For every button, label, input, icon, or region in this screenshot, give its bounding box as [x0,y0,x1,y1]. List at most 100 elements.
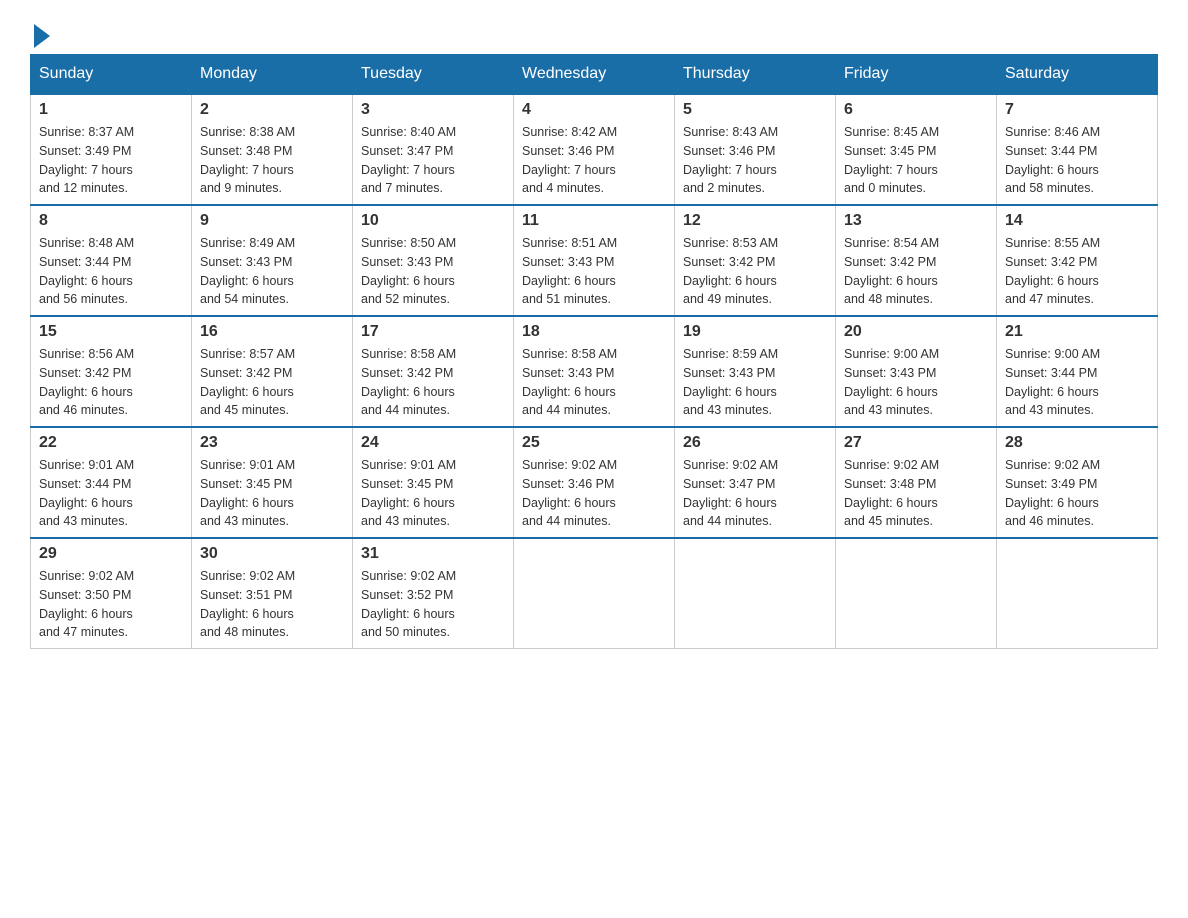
day-number: 9 [200,212,344,230]
day-info: Sunrise: 9:02 AMSunset: 3:46 PMDaylight:… [522,456,666,531]
day-info: Sunrise: 8:51 AMSunset: 3:43 PMDaylight:… [522,234,666,309]
day-info: Sunrise: 9:02 AMSunset: 3:50 PMDaylight:… [39,567,183,642]
day-number: 10 [361,212,505,230]
day-number: 1 [39,101,183,119]
day-number: 24 [361,434,505,452]
logo-arrow-icon [34,24,50,48]
calendar-week-row: 22 Sunrise: 9:01 AMSunset: 3:44 PMDayligh… [31,427,1158,538]
day-number: 5 [683,101,827,119]
day-info: Sunrise: 9:00 AMSunset: 3:44 PMDaylight:… [1005,345,1149,420]
day-info: Sunrise: 8:49 AMSunset: 3:43 PMDaylight:… [200,234,344,309]
day-info: Sunrise: 8:42 AMSunset: 3:46 PMDaylight:… [522,123,666,198]
day-info: Sunrise: 8:57 AMSunset: 3:42 PMDaylight:… [200,345,344,420]
day-number: 20 [844,323,988,341]
day-number: 14 [1005,212,1149,230]
calendar-day-cell: 16Sunrise: 8:57 AMSunset: 3:42 PMDayligh… [192,316,353,427]
day-info: Sunrise: 8:46 AMSunset: 3:44 PMDaylight:… [1005,123,1149,198]
day-info: Sunrise: 8:53 AMSunset: 3:42 PMDaylight:… [683,234,827,309]
day-number: 6 [844,101,988,119]
day-number: 13 [844,212,988,230]
day-number: 31 [361,545,505,563]
day-number: 28 [1005,434,1149,452]
calendar-day-cell: 18 Sunrise: 8:58 AMSunset: 3:43 PMDayligh… [514,316,675,427]
logo-top [30,20,50,48]
calendar-week-row: 29 Sunrise: 9:02 AMSunset: 3:50 PMDayligh… [31,538,1158,649]
header-friday: Friday [836,55,997,95]
calendar-week-row: 1 Sunrise: 8:37 AMSunset: 3:49 PMDaylight… [31,94,1158,205]
calendar-day-cell: 29 Sunrise: 9:02 AMSunset: 3:50 PMDayligh… [31,538,192,649]
calendar-day-cell: 14 Sunrise: 8:55 AMSunset: 3:42 PMDayligh… [997,205,1158,316]
day-number: 30 [200,545,344,563]
calendar-week-row: 15 Sunrise: 8:56 AMSunset: 3:42 PMDayligh… [31,316,1158,427]
day-number: 12 [683,212,827,230]
calendar-day-cell: 9 Sunrise: 8:49 AMSunset: 3:43 PMDaylight… [192,205,353,316]
day-info: Sunrise: 9:01 AMSunset: 3:44 PMDaylight:… [39,456,183,531]
day-number: 23 [200,434,344,452]
logo [30,20,50,44]
calendar-day-cell: 19Sunrise: 8:59 AMSunset: 3:43 PMDayligh… [675,316,836,427]
calendar-day-cell: 22 Sunrise: 9:01 AMSunset: 3:44 PMDayligh… [31,427,192,538]
calendar-day-cell: 7 Sunrise: 8:46 AMSunset: 3:44 PMDaylight… [997,94,1158,205]
day-info: Sunrise: 8:40 AMSunset: 3:47 PMDaylight:… [361,123,505,198]
day-info: Sunrise: 9:01 AMSunset: 3:45 PMDaylight:… [361,456,505,531]
header-wednesday: Wednesday [514,55,675,95]
page-header [30,20,1158,44]
day-number: 4 [522,101,666,119]
day-info: Sunrise: 9:00 AMSunset: 3:43 PMDaylight:… [844,345,988,420]
day-info: Sunrise: 8:43 AMSunset: 3:46 PMDaylight:… [683,123,827,198]
day-number: 7 [1005,101,1149,119]
header-sunday: Sunday [31,55,192,95]
day-info: Sunrise: 9:01 AMSunset: 3:45 PMDaylight:… [200,456,344,531]
day-number: 3 [361,101,505,119]
day-number: 15 [39,323,183,341]
calendar-day-cell: 24 Sunrise: 9:01 AMSunset: 3:45 PMDayligh… [353,427,514,538]
calendar-day-cell: 2Sunrise: 8:38 AMSunset: 3:48 PMDaylight… [192,94,353,205]
calendar-day-cell: 10Sunrise: 8:50 AMSunset: 3:43 PMDayligh… [353,205,514,316]
day-number: 29 [39,545,183,563]
calendar-week-row: 8 Sunrise: 8:48 AMSunset: 3:44 PMDaylight… [31,205,1158,316]
day-info: Sunrise: 8:55 AMSunset: 3:42 PMDaylight:… [1005,234,1149,309]
day-number: 26 [683,434,827,452]
calendar-day-cell: 15 Sunrise: 8:56 AMSunset: 3:42 PMDayligh… [31,316,192,427]
day-info: Sunrise: 8:37 AMSunset: 3:49 PMDaylight:… [39,123,183,198]
day-info: Sunrise: 8:54 AMSunset: 3:42 PMDaylight:… [844,234,988,309]
day-info: Sunrise: 8:58 AMSunset: 3:42 PMDaylight:… [361,345,505,420]
day-number: 25 [522,434,666,452]
calendar-day-cell: 11 Sunrise: 8:51 AMSunset: 3:43 PMDayligh… [514,205,675,316]
calendar-day-cell: 26 Sunrise: 9:02 AMSunset: 3:47 PMDayligh… [675,427,836,538]
calendar-day-cell: 31 Sunrise: 9:02 AMSunset: 3:52 PMDayligh… [353,538,514,649]
day-info: Sunrise: 8:56 AMSunset: 3:42 PMDaylight:… [39,345,183,420]
calendar-empty-cell [997,538,1158,649]
day-info: Sunrise: 9:02 AMSunset: 3:47 PMDaylight:… [683,456,827,531]
calendar-day-cell: 28 Sunrise: 9:02 AMSunset: 3:49 PMDayligh… [997,427,1158,538]
calendar-day-cell: 27Sunrise: 9:02 AMSunset: 3:48 PMDayligh… [836,427,997,538]
day-number: 18 [522,323,666,341]
calendar-empty-cell [514,538,675,649]
calendar-day-cell: 30 Sunrise: 9:02 AMSunset: 3:51 PMDayligh… [192,538,353,649]
day-number: 21 [1005,323,1149,341]
calendar-day-cell: 17 Sunrise: 8:58 AMSunset: 3:42 PMDayligh… [353,316,514,427]
day-info: Sunrise: 8:58 AMSunset: 3:43 PMDaylight:… [522,345,666,420]
day-info: Sunrise: 8:38 AMSunset: 3:48 PMDaylight:… [200,123,344,198]
calendar-day-cell: 23 Sunrise: 9:01 AMSunset: 3:45 PMDayligh… [192,427,353,538]
day-number: 22 [39,434,183,452]
calendar-empty-cell [675,538,836,649]
calendar-day-cell: 1 Sunrise: 8:37 AMSunset: 3:49 PMDaylight… [31,94,192,205]
header-tuesday: Tuesday [353,55,514,95]
day-info: Sunrise: 9:02 AMSunset: 3:51 PMDaylight:… [200,567,344,642]
calendar-day-cell: 3 Sunrise: 8:40 AMSunset: 3:47 PMDaylight… [353,94,514,205]
day-info: Sunrise: 9:02 AMSunset: 3:48 PMDaylight:… [844,456,988,531]
day-info: Sunrise: 8:48 AMSunset: 3:44 PMDaylight:… [39,234,183,309]
day-info: Sunrise: 9:02 AMSunset: 3:52 PMDaylight:… [361,567,505,642]
day-number: 19 [683,323,827,341]
day-number: 8 [39,212,183,230]
day-number: 17 [361,323,505,341]
calendar-day-cell: 12 Sunrise: 8:53 AMSunset: 3:42 PMDayligh… [675,205,836,316]
calendar-day-cell: 20 Sunrise: 9:00 AMSunset: 3:43 PMDayligh… [836,316,997,427]
day-info: Sunrise: 9:02 AMSunset: 3:49 PMDaylight:… [1005,456,1149,531]
calendar-table: SundayMondayTuesdayWednesdayThursdayFrid… [30,54,1158,649]
day-info: Sunrise: 8:45 AMSunset: 3:45 PMDaylight:… [844,123,988,198]
day-number: 11 [522,212,666,230]
calendar-header-row: SundayMondayTuesdayWednesdayThursdayFrid… [31,55,1158,95]
header-saturday: Saturday [997,55,1158,95]
